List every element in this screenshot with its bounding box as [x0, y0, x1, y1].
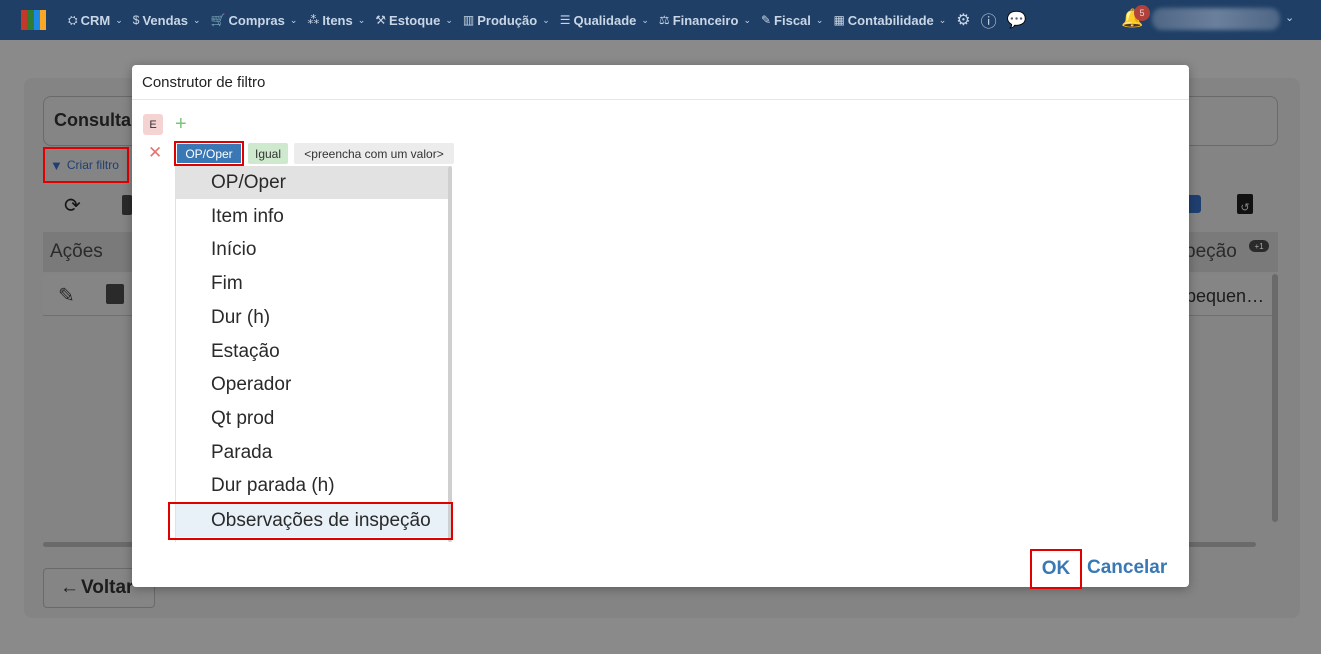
dialog-header: Construtor de filtro	[132, 65, 1189, 100]
trash-icon[interactable]	[106, 284, 124, 304]
fiscal-icon: ✎	[760, 13, 772, 27]
dropdown-option[interactable]: Qt prod	[176, 402, 448, 435]
nav-compras[interactable]: 🛒 Compras ⌄	[211, 13, 298, 28]
column-count-badge: +1	[1249, 240, 1269, 252]
dropdown-option[interactable]: Estação	[176, 335, 448, 368]
field-chip[interactable]: OP/Oper	[177, 144, 241, 163]
dropdown-option[interactable]: Item info	[176, 200, 448, 233]
vertical-scrollbar[interactable]	[1272, 274, 1278, 522]
column-header-inspecao[interactable]: peção	[1185, 241, 1237, 263]
production-icon: ▥	[462, 13, 475, 27]
calculator-icon[interactable]	[122, 195, 132, 215]
app-logo[interactable]	[21, 10, 46, 30]
remove-condition-icon[interactable]: ✕	[148, 143, 162, 163]
dropdown-option[interactable]: Fim	[176, 267, 448, 300]
undo-icon[interactable]: ↺	[1237, 194, 1253, 214]
nav-financeiro[interactable]: ⚖ Financeiro ⌄	[659, 13, 751, 28]
dropdown-option[interactable]: Operador	[176, 368, 448, 401]
filter-icon: ▼	[50, 157, 63, 173]
dropdown-option[interactable]: Dur (h)	[176, 301, 448, 334]
dialog-title: Construtor de filtro	[142, 73, 266, 91]
dollar-icon: $	[132, 13, 140, 27]
notification-badge: 5	[1134, 5, 1150, 21]
filter-builder-dialog: Construtor de filtro E + ✕ OP/Oper Igual…	[132, 65, 1189, 589]
chevron-down-icon: ⌄	[357, 14, 366, 25]
refresh-icon[interactable]: ⟳	[64, 193, 81, 218]
dropdown-option[interactable]: OP/Oper	[176, 166, 448, 199]
chevron-down-icon: ⌄	[938, 14, 947, 25]
nav-itens[interactable]: ⁂ Itens ⌄	[307, 13, 365, 28]
dropdown-option[interactable]: Início	[176, 233, 448, 266]
stock-icon: ⚒	[375, 13, 387, 27]
add-condition-icon[interactable]: +	[175, 112, 187, 136]
operator-chip[interactable]: Igual	[248, 143, 288, 164]
nav-estoque[interactable]: ⚒ Estoque ⌄	[375, 13, 453, 28]
chevron-down-icon: ⌄	[815, 14, 824, 25]
value-chip[interactable]: <preencha com um valor>	[294, 143, 454, 164]
chevron-down-icon: ⌄	[641, 14, 649, 25]
table-cell: pequen…	[1186, 286, 1265, 306]
column-header-acoes: Ações	[50, 241, 103, 262]
nav-vendas[interactable]: $ Vendas ⌄	[133, 13, 201, 28]
nav-qualidade[interactable]: ☰ Qualidade ⌄	[560, 13, 649, 28]
create-filter-button[interactable]: ▼ Criar filtro	[43, 147, 129, 183]
help-icon[interactable]: ⓘ	[981, 8, 997, 32]
field-chip-highlight: OP/Oper	[174, 141, 244, 166]
edit-icon[interactable]: ✎	[58, 283, 75, 308]
crm-icon: ⛭	[68, 12, 78, 27]
chevron-down-icon: ⌄	[289, 14, 298, 25]
top-navbar: ⛭ CRM ⌄ $ Vendas ⌄ 🛒 Compras ⌄ ⁂ Itens ⌄ ⚒ Estoqu…	[0, 0, 1321, 40]
chevron-down-icon: ⌄	[115, 14, 123, 25]
dropdown-option[interactable]: Parada	[176, 436, 448, 469]
chevron-down-icon: ⌄	[743, 14, 751, 25]
field-dropdown: OP/Oper Item info Início Fim Dur (h) Est…	[175, 166, 454, 542]
nav-crm[interactable]: ⛭ CRM ⌄	[68, 13, 123, 28]
cancel-button[interactable]: Cancelar	[1087, 557, 1167, 579]
chevron-down-icon: ⌄	[542, 14, 550, 25]
gear-icon[interactable]: ⚙	[956, 10, 970, 30]
option-highlight-box	[168, 502, 453, 540]
nav-fiscal[interactable]: ✎ Fiscal ⌄	[761, 13, 823, 28]
finance-icon: ⚖	[658, 13, 670, 27]
cart-icon: 🛒	[210, 13, 226, 27]
chat-icon[interactable]: 💬	[1007, 10, 1027, 30]
accounting-icon: ▦	[833, 13, 845, 27]
chevron-down-icon[interactable]: ⌄	[1285, 11, 1294, 24]
main-nav: ⛭ CRM ⌄ $ Vendas ⌄ 🛒 Compras ⌄ ⁂ Itens ⌄ ⚒ Estoqu…	[68, 0, 1027, 40]
quality-icon: ☰	[559, 13, 571, 27]
dropdown-scrollbar[interactable]	[448, 166, 452, 542]
ok-button[interactable]: OK	[1030, 549, 1082, 589]
dropdown-option[interactable]: Dur parada (h)	[176, 469, 448, 502]
arrow-left-icon: ←	[60, 577, 79, 598]
page-title: Consultar	[54, 110, 139, 130]
chevron-down-icon: ⌄	[192, 14, 201, 25]
items-icon: ⁂	[307, 13, 320, 27]
nav-contabilidade[interactable]: ▦ Contabilidade ⌄	[833, 13, 946, 28]
chevron-down-icon: ⌄	[445, 14, 453, 25]
group-operator-chip[interactable]: E	[143, 114, 163, 135]
nav-producao[interactable]: ▥ Produção ⌄	[463, 13, 550, 28]
user-menu[interactable]	[1152, 8, 1280, 30]
